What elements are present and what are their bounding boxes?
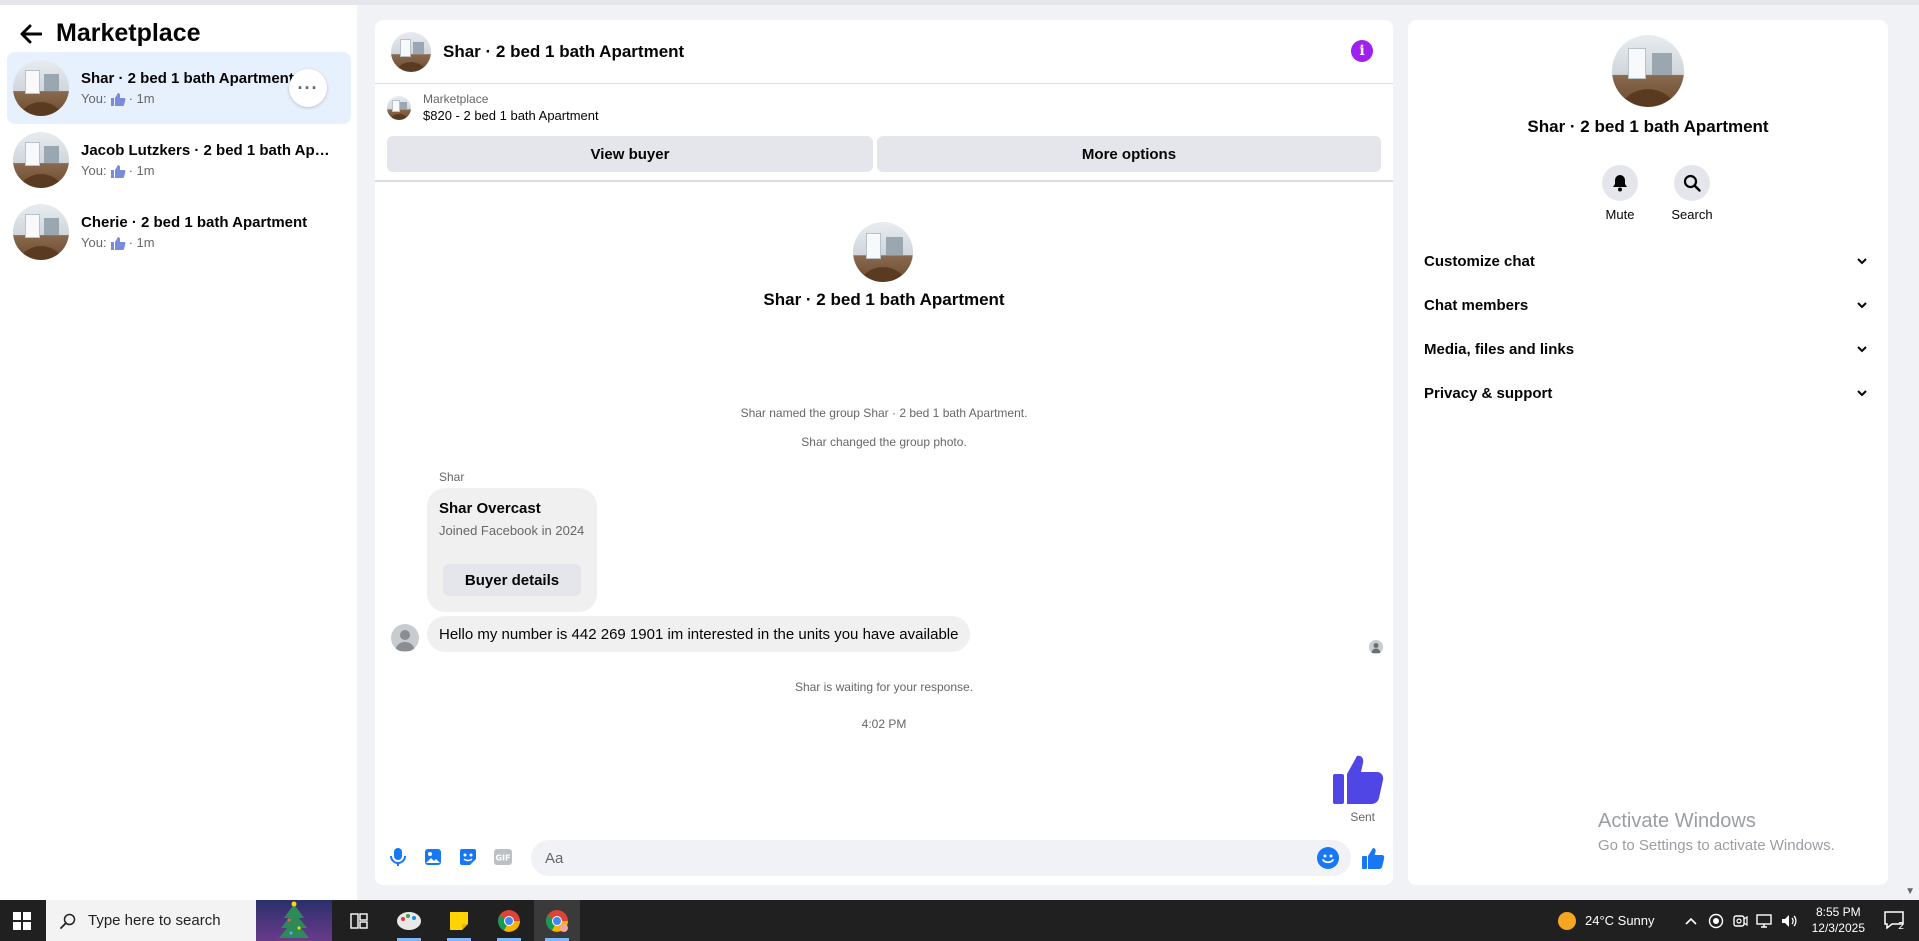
sender-avatar[interactable]: [391, 624, 419, 652]
conversation-item[interactable]: Jacob Lutzkers · 2 bed 1 bath Apartment …: [7, 124, 351, 196]
buyer-joined: Joined Facebook in 2024: [439, 523, 585, 538]
task-view-icon[interactable]: [336, 900, 382, 941]
info-title: Shar · 2 bed 1 bath Apartment: [1527, 117, 1769, 136]
bell-icon: [1613, 175, 1627, 192]
media-files-section[interactable]: Media, files and links: [1424, 331, 1872, 367]
christmas-tree-icon: [256, 900, 332, 941]
chevron-down-icon: [1857, 390, 1867, 397]
message-timestamp: 4:02 PM: [861, 717, 907, 731]
activate-windows-watermark: Activate Windows Go to Settings to activ…: [1598, 810, 1835, 854]
system-tray: [1684, 900, 1798, 941]
customize-chat-section[interactable]: Customize chat: [1424, 243, 1872, 279]
conversation-preview: You: · 1m: [81, 163, 155, 178]
notification-count: 2: [1898, 921, 1904, 931]
message-bubble[interactable]: Hello my number is 442 269 1901 im inter…: [427, 616, 971, 652]
emoji-icon[interactable]: [1317, 847, 1339, 869]
paint-app-icon[interactable]: [386, 900, 432, 941]
listing-thumbnail: [387, 96, 411, 120]
info-panel: Shar · 2 bed 1 bath Apartment Mute Searc…: [1408, 20, 1888, 885]
system-message: Shar changed the group photo.: [801, 435, 967, 449]
buyer-details-button[interactable]: Buyer details: [443, 564, 581, 596]
conversation-item[interactable]: Cherie · 2 bed 1 bath Apartment You: · 1…: [7, 196, 351, 268]
sidebar-header: Marketplace: [18, 19, 201, 48]
chat-header: Shar · 2 bed 1 bath Apartment i: [375, 20, 1393, 84]
search-button[interactable]: Search: [1662, 165, 1722, 222]
conversation-avatar: [13, 204, 69, 260]
chevron-down-icon: [1857, 346, 1867, 353]
mute-label: Mute: [1605, 207, 1635, 222]
record-icon[interactable]: [1708, 913, 1724, 929]
svg-text:GIF: GIF: [495, 854, 510, 863]
privacy-support-section[interactable]: Privacy & support: [1424, 375, 1872, 411]
view-buyer-button[interactable]: View buyer: [387, 136, 873, 172]
listing-price[interactable]: $820 - 2 bed 1 bath Apartment: [423, 108, 599, 123]
waiting-message: Shar is waiting for your response.: [794, 680, 974, 694]
info-avatar[interactable]: [1612, 35, 1684, 107]
seen-avatar-icon: [1369, 640, 1383, 654]
taskbar-search[interactable]: Type here to search: [46, 900, 332, 941]
sticky-notes-icon[interactable]: [436, 900, 482, 941]
microphone-icon[interactable]: [387, 846, 409, 868]
buyer-card: Shar Overcast Joined Facebook in 2024 Bu…: [427, 488, 597, 612]
clock-time: 8:55 PM: [1815, 905, 1861, 919]
chrome-profile-icon[interactable]: [534, 900, 580, 941]
listing-label: Marketplace: [423, 92, 489, 106]
sidebar: Marketplace Shar · 2 bed 1 bath Apartmen…: [0, 5, 357, 900]
info-icon[interactable]: i: [1351, 40, 1373, 62]
conversation-avatar: [13, 60, 69, 116]
sender-label: Shar: [439, 470, 465, 484]
chevron-up-icon[interactable]: [1684, 916, 1698, 926]
chevron-down-icon: [1857, 302, 1867, 309]
taskbar-search-placeholder: Type here to search: [88, 912, 221, 929]
search-label: Search: [1671, 207, 1713, 222]
conversation-avatar: [13, 132, 69, 188]
chrome-icon[interactable]: [486, 900, 532, 941]
taskbar-clock[interactable]: 8:55 PM 12/3/2025: [1812, 904, 1865, 936]
network-icon[interactable]: [1756, 913, 1774, 929]
camera-icon[interactable]: [1732, 913, 1748, 929]
conversation-name: Jacob Lutzkers · 2 bed 1 bath Apartment: [81, 142, 331, 159]
more-options-button[interactable]: More options: [877, 136, 1381, 172]
conversation-item[interactable]: Shar · 2 bed 1 bath Apartment You: · 1m …: [7, 52, 351, 124]
thread-avatar: [853, 222, 913, 282]
gif-icon[interactable]: GIF: [492, 846, 514, 868]
back-arrow-icon[interactable]: [18, 21, 44, 47]
conversation-preview: You: · 1m: [81, 235, 155, 250]
thumbs-up-icon: [1333, 755, 1384, 804]
thumbs-up-icon: [110, 236, 126, 250]
search-icon: [60, 913, 76, 929]
chat-title[interactable]: Shar · 2 bed 1 bath Apartment: [443, 42, 684, 62]
buyer-name: Shar Overcast: [439, 500, 541, 517]
sent-status: Sent: [1350, 810, 1375, 824]
scroll-down-arrow[interactable]: ▼: [1905, 886, 1915, 897]
weather-text: 24°C Sunny: [1585, 913, 1655, 928]
listing-banner: Marketplace $820 - 2 bed 1 bath Apartmen…: [375, 84, 1393, 182]
taskbar: Type here to search 24°C Sunny 8:55 PM 1…: [0, 900, 1919, 941]
conversation-more-button[interactable]: ···: [289, 69, 327, 107]
search-icon: [1683, 174, 1701, 192]
conversation-name: Cherie · 2 bed 1 bath Apartment: [81, 214, 308, 231]
system-message: Shar named the group Shar · 2 bed 1 bath…: [740, 406, 1028, 420]
mute-button[interactable]: Mute: [1590, 165, 1650, 222]
thumbs-up-icon: [110, 92, 126, 106]
thumbs-up-icon: [110, 164, 126, 178]
volume-icon[interactable]: [1780, 913, 1798, 929]
sticker-icon[interactable]: [457, 846, 479, 868]
sun-icon: [1558, 911, 1576, 930]
message-input[interactable]: [531, 840, 1351, 876]
chat-avatar[interactable]: [391, 31, 431, 72]
chat-panel: Shar · 2 bed 1 bath Apartment i Marketpl…: [375, 20, 1393, 885]
thread-title: Shar · 2 bed 1 bath Apartment: [763, 290, 1005, 309]
sidebar-title: Marketplace: [56, 19, 201, 47]
windows-start-icon[interactable]: [0, 900, 44, 941]
chat-members-section[interactable]: Chat members: [1424, 287, 1872, 323]
photo-icon[interactable]: [422, 846, 444, 868]
composer: GIF: [375, 838, 1393, 878]
weather-widget[interactable]: 24°C Sunny: [1557, 900, 1655, 941]
chevron-down-icon: [1857, 258, 1867, 265]
clock-date: 12/3/2025: [1811, 921, 1865, 935]
like-button-icon[interactable]: [1361, 846, 1385, 870]
notification-icon[interactable]: 2: [1883, 909, 1905, 932]
